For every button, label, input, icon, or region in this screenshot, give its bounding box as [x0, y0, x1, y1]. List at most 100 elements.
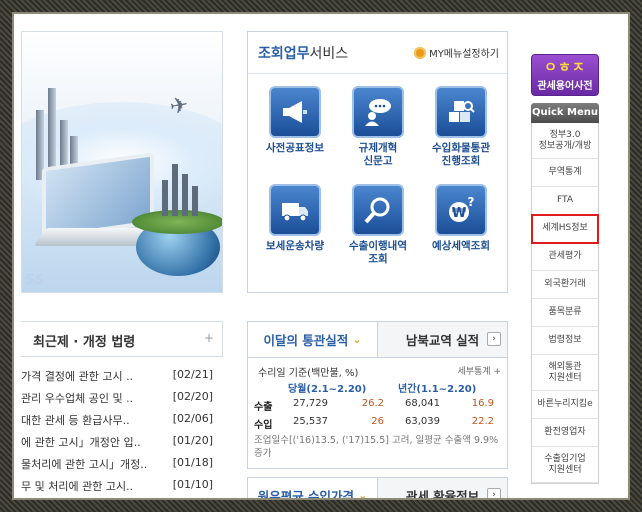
svg-text:?: ? — [468, 195, 475, 209]
law-title: 물처리에 관한 고시」개정.. — [21, 458, 148, 471]
quick-menu: 정부3.0 정보공개/개방 무역통계 FTA 세계HS정보 관세평가 외국환거래… — [531, 123, 599, 484]
law-title: 대한 관세 등 환급사무.. — [21, 414, 130, 427]
col-current-month: 당월(2.1~2.20) — [288, 384, 367, 395]
law-title: 무 및 처리에 관한 고시.. — [21, 480, 134, 493]
law-date: [02/20] — [172, 390, 213, 403]
law-title: 관리 우수업체 공인 및 .. — [21, 392, 134, 405]
row-label: 수출 — [254, 402, 273, 413]
tab-label: 원유평균 수입가격 — [257, 488, 355, 500]
service-label: 사전공표정보 — [266, 142, 324, 154]
law-date: [01/10] — [172, 478, 213, 491]
service-item-prior-notice[interactable]: 사전공표정보 — [254, 86, 336, 155]
tab-label: 관세 환율정보 — [405, 488, 480, 500]
service-title-strong: 조회업무 — [258, 46, 310, 62]
service-panel: 조회업무서비스 MY메뉴설정하기 사전공표정보 규제개혁 신문고 수입화물통관 … — [247, 31, 508, 293]
service-item-regulation[interactable]: 규제개혁 신문고 — [337, 86, 419, 168]
megaphone-icon — [269, 86, 321, 138]
ytd-rate: 16.9 — [471, 398, 494, 409]
quick-menu-item[interactable]: 해외통관 지원센터 — [532, 355, 598, 391]
laws-header: 최근제 · 개정 법령 + — [21, 321, 223, 357]
law-date: [01/20] — [172, 434, 213, 447]
law-date: [01/18] — [172, 456, 213, 469]
law-row[interactable]: 가격 결정에 관한 고시 .. [02/21] — [21, 365, 223, 387]
law-title: 가격 결정에 관한 고시 .. — [21, 370, 134, 383]
city-building — [192, 186, 198, 216]
ytd-value: 63,039 — [405, 416, 440, 427]
chevron-right-icon: › — [487, 488, 501, 498]
laws-title: 최근제 · 개정 법령 — [33, 335, 136, 350]
tab-inter-korean-trade[interactable]: 남북교역 실적 › — [377, 322, 507, 357]
row-label: 수입 — [254, 420, 273, 431]
law-row[interactable]: 관리 우수업체 공인 및 .. [02/20] — [21, 387, 223, 409]
quick-menu-item[interactable]: 법령정보 — [532, 327, 598, 355]
service-item-import-cargo[interactable]: 수입화물통관 진행조회 — [420, 86, 502, 168]
airplane-icon: ✈ — [167, 92, 191, 121]
service-header: 조회업무서비스 MY메뉴설정하기 — [248, 32, 507, 74]
monthly-stats-panel: 이달의 통관실적 ⌄ 남북교역 실적 › 수리일 기준(백만불, %) 세부통계… — [247, 321, 508, 469]
city-building — [162, 180, 168, 216]
city-building — [172, 164, 178, 216]
current-value: 25,537 — [293, 416, 328, 427]
current-rate: 26 — [371, 416, 384, 427]
tab-monthly-clearance[interactable]: 이달의 통관실적 ⌄ — [248, 322, 377, 357]
law-row[interactable]: 물처리에 관한 고시」개정.. [01/18] — [21, 453, 223, 475]
service-label: 예상세액조회 — [432, 240, 490, 252]
stats-row-import: 수입 25,537 26 63,039 22.2 — [248, 416, 509, 433]
city-building — [182, 174, 188, 216]
cargo-boxes-icon — [435, 86, 487, 138]
law-row[interactable]: 대한 관세 등 환급사무.. [02/06] — [21, 409, 223, 431]
law-date: [02/21] — [172, 368, 213, 381]
quick-menu-title: Quick Menu — [531, 103, 599, 123]
quick-menu-item[interactable]: 수출입기업 지원센터 — [532, 447, 598, 483]
won-coin-question-icon: ₩? — [435, 184, 487, 236]
service-item-export-history[interactable]: 수출이행내역 조회 — [337, 184, 419, 266]
tab-exchange-rate[interactable]: 관세 환율정보 › — [377, 478, 507, 500]
service-label: 보세운송차량 — [266, 240, 324, 252]
service-item-bonded-transport[interactable]: 보세운송차량 — [254, 184, 336, 253]
more-plus-icon[interactable]: + — [204, 331, 214, 345]
dictionary-label: 관세용어사전 — [537, 81, 593, 92]
law-row[interactable]: 에 관한 고시」개정안 입.. [01/20] — [21, 431, 223, 453]
tab-label: 남북교역 실적 — [405, 333, 480, 348]
quick-menu-item[interactable]: 관세평가 — [532, 243, 598, 271]
col-year-to-date: 년간(1.1~2.20) — [398, 384, 477, 395]
stats-row-export: 수출 27,729 26.2 68,041 16.9 — [248, 398, 509, 415]
my-menu-label: MY메뉴설정하기 — [429, 49, 499, 60]
customs-dictionary-button[interactable]: ㅇㅎㅈ 관세용어사전 — [531, 54, 599, 96]
quick-menu-item[interactable]: 외국환거래 — [532, 271, 598, 299]
service-label: 수출이행내역 조회 — [349, 240, 407, 265]
banner-caption: SS — [25, 272, 45, 288]
quick-menu-item-highlighted[interactable]: 세계HS정보 — [531, 214, 599, 244]
stats-note: 조업일수[('16)13.5, ('17)15.5] 고려, 일평균 수출액 9… — [254, 435, 499, 459]
law-title: 에 관한 고시」개정안 입.. — [21, 436, 141, 449]
law-row[interactable]: 무 및 처리에 관한 고시.. [01/10] — [21, 475, 223, 497]
dictionary-logo: ㅇㅎㅈ — [544, 60, 586, 76]
detailed-stats-link[interactable]: 세부통계 + — [457, 364, 501, 377]
chevron-down-icon: ⌄ — [358, 488, 368, 500]
quick-menu-item[interactable]: FTA — [532, 187, 598, 215]
my-menu-settings-link[interactable]: MY메뉴설정하기 — [414, 45, 499, 60]
ytd-rate: 22.2 — [471, 416, 494, 427]
stats-basis: 수리일 기준(백만불, %) — [258, 368, 359, 379]
hero-banner[interactable]: ✈ SS — [21, 31, 223, 293]
service-label: 규제개혁 신문고 — [358, 142, 398, 167]
ytd-value: 68,041 — [405, 398, 440, 409]
service-label: 수입화물통관 진행조회 — [432, 142, 490, 167]
service-item-estimated-tax[interactable]: ₩? 예상세액조회 — [420, 184, 502, 253]
current-value: 27,729 — [293, 398, 328, 409]
quick-menu-item[interactable]: 바른누리지킴e — [532, 391, 598, 419]
svg-text:₩: ₩ — [452, 206, 467, 221]
speech-bubble-person-icon — [352, 86, 404, 138]
tab-crude-oil-price[interactable]: 원유평균 수입가격 ⌄ — [248, 478, 377, 500]
quick-menu-item[interactable]: 무역통계 — [532, 159, 598, 187]
quick-menu-item[interactable]: 품목분류 — [532, 299, 598, 327]
page-canvas: ✈ SS 조회업무서비스 MY메뉴설정하기 사전공표정보 규제개혁 신문고 수입… — [21, 31, 625, 500]
gear-icon — [414, 46, 427, 59]
stats-tabs: 이달의 통관실적 ⌄ 남북교역 실적 › — [248, 322, 507, 358]
magnifier-icon — [352, 184, 404, 236]
quick-menu-item[interactable]: 정부3.0 정보공개/개방 — [532, 123, 598, 159]
price-exchange-panel: 원유평균 수입가격 ⌄ 관세 환율정보 › — [247, 477, 508, 500]
quick-menu-item[interactable]: 환전영업자 — [532, 419, 598, 447]
tab-label: 이달의 통관실적 — [263, 333, 349, 348]
chevron-right-icon: › — [487, 332, 501, 346]
